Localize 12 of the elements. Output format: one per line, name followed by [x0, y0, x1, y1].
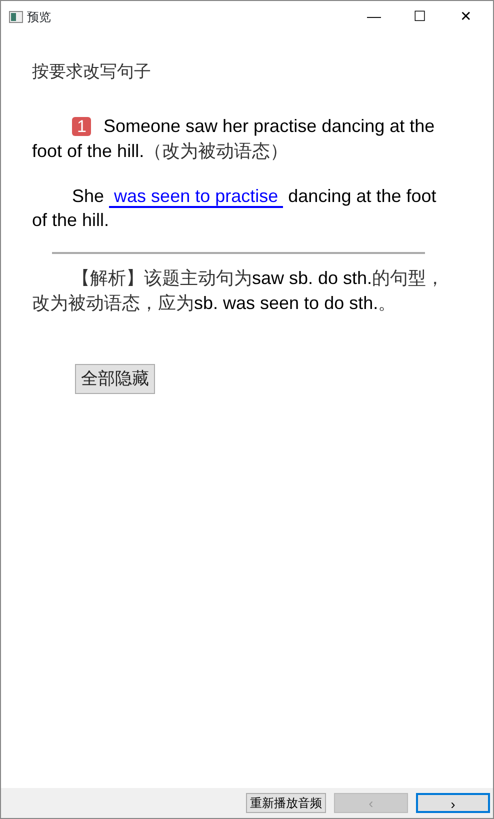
- question-text: 1 Someone saw her practise dancing at the foot of the hill.（改为被动语态）: [32, 115, 436, 164]
- close-button[interactable]: ✕: [443, 5, 489, 28]
- maximize-button[interactable]: ☐: [397, 5, 443, 28]
- section-heading: 按要求改写句子: [32, 61, 152, 84]
- answer-sentence: She was seen to practise dancing at the foot of the hill.: [32, 185, 438, 232]
- app-icon: [9, 10, 23, 22]
- replay-audio-button[interactable]: 重新播放音频: [246, 793, 326, 813]
- window-title: 预览: [27, 8, 51, 26]
- minimize-button[interactable]: —: [351, 5, 397, 28]
- hide-all-button[interactable]: 全部隐藏: [75, 364, 155, 394]
- next-button[interactable]: ›: [416, 793, 490, 813]
- analysis-text: 【解析】该题主动句为saw sb. do sth.的句型，改为被动语态，应为sb. was seen to do sth.。: [32, 267, 445, 316]
